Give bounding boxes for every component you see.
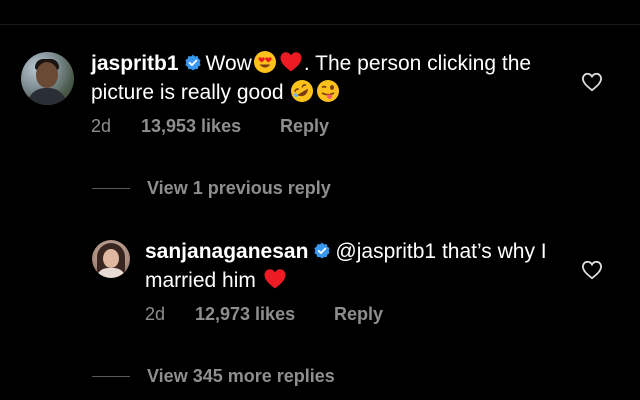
verified-badge-icon — [314, 242, 330, 259]
comment-text-start: Wow — [205, 52, 252, 75]
comment-meta: 2d 13,953 likes Reply — [91, 116, 391, 140]
comment-body: jaspritb1 Wow. The person clicking the pi… — [91, 49, 561, 107]
reply-likes[interactable]: 12,973 likes — [195, 304, 295, 325]
reply-mention[interactable]: @jaspritb1 — [335, 240, 436, 263]
reply-reply-button[interactable]: Reply — [334, 304, 383, 325]
view-more-replies-button[interactable]: View 345 more replies — [92, 364, 412, 388]
reply-body: sanjanaganesan @jaspritb1 that’s why I ma… — [145, 237, 565, 295]
reply-username[interactable]: sanjanaganesan — [145, 240, 308, 263]
comment-username[interactable]: jaspritb1 — [91, 52, 179, 75]
heart-eyes-emoji-icon — [253, 51, 276, 73]
reply-time: 2d — [145, 304, 166, 324]
thread-line — [92, 188, 130, 189]
like-reply-heart-icon[interactable] — [581, 260, 603, 280]
reply-meta: 2d 12,973 likes Reply — [145, 304, 445, 328]
comment-time: 2d — [91, 116, 112, 136]
view-previous-replies-label: View 1 previous reply — [147, 178, 331, 198]
avatar-sanjanaganesan[interactable] — [92, 240, 130, 278]
winking-tongue-emoji-icon — [317, 80, 340, 102]
red-heart-emoji-icon — [264, 269, 286, 289]
comment-reply-button[interactable]: Reply — [280, 116, 329, 137]
view-previous-replies-button[interactable]: View 1 previous reply — [92, 176, 412, 200]
rolling-laughing-emoji-icon — [291, 80, 314, 102]
divider — [0, 24, 640, 25]
comment-likes[interactable]: 13,953 likes — [141, 116, 241, 137]
red-heart-emoji-icon — [280, 52, 302, 72]
avatar-jaspritb1[interactable] — [21, 52, 74, 105]
verified-badge-icon — [184, 54, 201, 71]
view-more-replies-label: View 345 more replies — [147, 366, 335, 386]
like-comment-heart-icon[interactable] — [581, 72, 603, 92]
thread-line — [92, 376, 130, 377]
